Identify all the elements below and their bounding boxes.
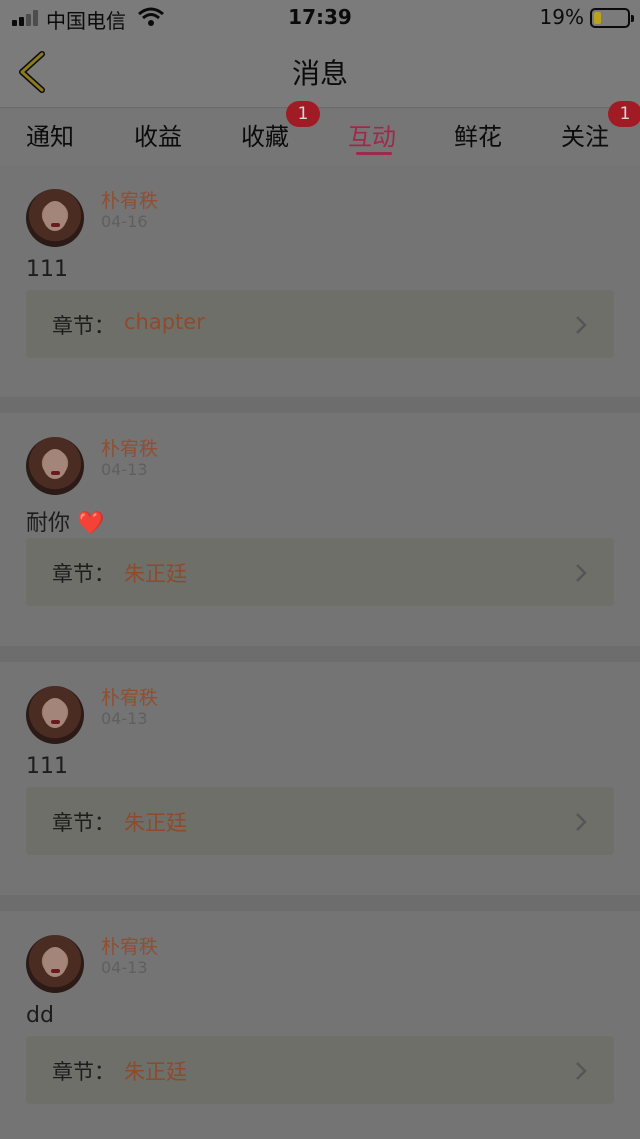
page-title: 消息 (291, 57, 348, 90)
chapter-link[interactable]: 章节： chapter (26, 290, 614, 358)
message-card: 朴宥秩 04-13 dd 章节： 朱正廷 (0, 911, 640, 1139)
message-date: 04-13 (101, 958, 148, 977)
tab-following[interactable]: 关注 (561, 117, 609, 152)
chapter-name: 朱正廷 (124, 562, 187, 586)
message-card: 朴宥秩 04-13 111 章节： 朱正廷 (0, 662, 640, 894)
chevron-right-icon (576, 1062, 587, 1080)
status-bar: 中国电信 17:39 19% (0, 0, 640, 36)
favorites-badge: 1 (286, 101, 320, 127)
username[interactable]: 朴宥秩 (101, 186, 158, 213)
message-card: 朴宥秩 04-16 111 章节： chapter (0, 165, 640, 397)
chapter-label: 章节： (52, 314, 115, 338)
avatar[interactable] (26, 437, 84, 495)
chevron-right-icon (576, 564, 587, 582)
nav-header: 消息 (0, 36, 640, 108)
message-content: 耐你 ❤️ (26, 505, 104, 537)
username[interactable]: 朴宥秩 (101, 434, 158, 461)
avatar[interactable] (26, 189, 84, 247)
message-date: 04-13 (101, 460, 148, 479)
tab-favorites[interactable]: 收藏 (241, 117, 289, 152)
chevron-right-icon (576, 316, 587, 334)
chapter-link[interactable]: 章节： 朱正廷 (26, 1036, 614, 1104)
tab-flowers[interactable]: 鲜花 (454, 117, 502, 152)
chapter-name: 朱正廷 (124, 1060, 187, 1084)
chapter-label: 章节： (52, 562, 115, 586)
tab-bar: 通知 收益 收藏 1 互动 鲜花 关注 1 (0, 101, 640, 165)
battery-icon (590, 8, 634, 28)
active-tab-indicator (356, 152, 392, 155)
message-card: 朴宥秩 04-13 耐你 ❤️ 章节： 朱正廷 (0, 413, 640, 645)
separator (0, 895, 640, 911)
separator (0, 397, 640, 413)
username[interactable]: 朴宥秩 (101, 683, 158, 710)
battery-percent: 19% (539, 5, 584, 29)
chapter-name: chapter (124, 310, 205, 334)
tab-notifications[interactable]: 通知 (26, 117, 74, 152)
chapter-label: 章节： (52, 811, 115, 835)
tab-interactions[interactable]: 互动 (348, 117, 396, 152)
chapter-name: 朱正廷 (124, 811, 187, 835)
chevron-right-icon (576, 813, 587, 831)
avatar[interactable] (26, 686, 84, 744)
chapter-link[interactable]: 章节： 朱正廷 (26, 787, 614, 855)
avatar[interactable] (26, 935, 84, 993)
following-badge: 1 (608, 101, 640, 127)
separator (0, 646, 640, 662)
message-content: 111 (26, 754, 68, 779)
page: 中国电信 17:39 19% 消息 通知 收益 收藏 1 互动 鲜花 关注 1 (0, 0, 640, 1139)
username[interactable]: 朴宥秩 (101, 932, 158, 959)
message-content: 111 (26, 257, 68, 282)
message-content: dd (26, 1003, 54, 1028)
chapter-link[interactable]: 章节： 朱正廷 (26, 538, 614, 606)
heart-emoji: ❤️ (77, 511, 105, 536)
chapter-label: 章节： (52, 1060, 115, 1084)
message-date: 04-16 (101, 212, 148, 231)
message-date: 04-13 (101, 709, 148, 728)
tab-earnings[interactable]: 收益 (134, 117, 182, 152)
message-text: 耐你 (26, 511, 71, 536)
